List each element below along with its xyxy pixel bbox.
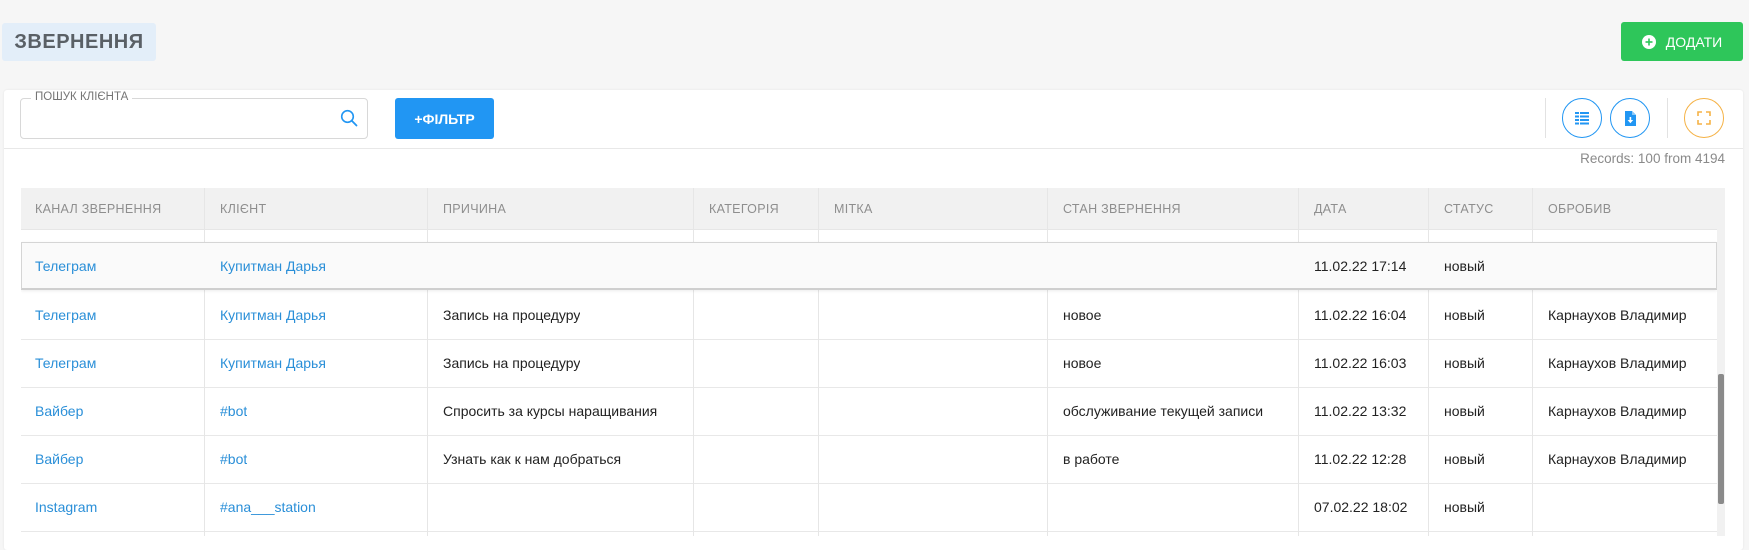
table-scrollbar-thumb[interactable] [1718,374,1724,504]
cell-date: 11.02.22 12:28 [1314,451,1407,467]
column-divider [1532,188,1533,536]
search-label: ПОШУК КЛІЄНТА [31,90,133,105]
cell-reason: Узнать как к нам добраться [443,451,622,467]
column-divider [427,188,428,536]
cell-date: 11.02.22 16:04 [1314,307,1407,323]
table-row-pinned[interactable]: Телеграм Купитман Дарья 11.02.22 17:14 н… [21,242,1717,290]
toolbar-divider [1545,98,1546,138]
col-header-category[interactable]: КАТЕГОРІЯ [709,188,779,230]
fullscreen-icon [1697,111,1711,125]
filter-button[interactable]: +ФІЛЬТР [395,98,494,139]
client-search: ПОШУК КЛІЄНТА [20,90,368,139]
table-row[interactable]: Instagram #ana___station 07.02.22 18:02 … [21,484,1717,532]
add-button[interactable]: ДОДАТИ [1621,22,1743,61]
search-icon[interactable] [340,109,358,127]
cell-date: 11.02.22 16:03 [1314,355,1407,371]
cell-state: в работе [1063,451,1120,467]
file-download-icon [1625,110,1636,126]
cell-status: новый [1444,451,1485,467]
plus-circle-icon [1641,34,1656,49]
fullscreen-button[interactable] [1684,98,1724,138]
cell-status: новый [1444,499,1485,515]
col-header-status[interactable]: СТАТУС [1444,188,1494,230]
col-header-handled-by[interactable]: ОБРОБИВ [1548,188,1611,230]
cell-state: обслуживание текущей записи [1063,403,1264,419]
col-header-channel[interactable]: КАНАЛ ЗВЕРНЕННЯ [35,188,161,230]
table-row[interactable]: Телеграм Купитман Дарья Запись на процед… [21,340,1717,388]
cell-reason: Спросить за курсы наращивания [443,403,658,419]
column-divider [1047,188,1048,536]
cell-channel[interactable]: Телеграм [35,243,96,289]
export-button[interactable] [1610,98,1650,138]
cell-reason: Запись на процедуру [443,355,581,371]
column-divider [1298,188,1299,536]
cell-state: новое [1063,307,1102,323]
table-row[interactable]: Вайбер #bot Спросить за курсы наращивани… [21,388,1717,436]
col-header-date[interactable]: ДАТА [1314,188,1347,230]
cell-state: новое [1063,355,1102,371]
cell-channel[interactable]: Вайбер [35,388,83,434]
page-title: ЗВЕРНЕННЯ [2,23,156,61]
cell-handled-by: Карнаухов Владимир [1548,355,1687,371]
column-divider [204,188,205,536]
toolbar-separator [4,148,1743,149]
cell-status: новый [1444,258,1485,274]
table-row[interactable]: Телеграм Купитман Дарья Запись на процед… [21,292,1717,340]
cell-date: 11.02.22 13:32 [1314,403,1407,419]
col-header-client[interactable]: КЛІЄНТ [220,188,266,230]
records-count: Records: 100 from 4194 [1580,151,1725,166]
columns-button[interactable] [1562,98,1602,138]
cell-client[interactable]: Купитман Дарья [220,243,326,289]
col-header-tag[interactable]: МІТКА [834,188,873,230]
column-divider [818,188,819,536]
col-header-state[interactable]: СТАН ЗВЕРНЕННЯ [1063,188,1181,230]
cell-client[interactable]: #ana___station [220,484,316,530]
cell-channel[interactable]: Телеграм [35,292,96,338]
cell-client[interactable]: Купитман Дарья [220,340,326,386]
table-row[interactable]: Вайбер #bot Узнать как к нам добраться в… [21,436,1717,484]
cell-channel[interactable]: Instagram [35,484,97,530]
column-divider [1428,188,1429,536]
cell-client[interactable]: #bot [220,388,247,434]
toolbar-divider-2 [1667,98,1668,138]
cell-client[interactable]: Купитман Дарья [220,292,326,338]
cell-status: новый [1444,307,1485,323]
cell-handled-by: Карнаухов Владимир [1548,307,1687,323]
cell-handled-by: Карнаухов Владимир [1548,403,1687,419]
search-input[interactable] [29,105,329,133]
add-button-label: ДОДАТИ [1665,33,1723,50]
col-header-reason[interactable]: ПРИЧИНА [443,188,506,230]
column-divider [693,188,694,536]
cell-channel[interactable]: Телеграм [35,340,96,386]
columns-icon [1575,112,1589,125]
cell-status: новый [1444,355,1485,371]
cell-date: 07.02.22 18:02 [1314,499,1408,515]
cell-status: новый [1444,403,1485,419]
cell-handled-by: Карнаухов Владимир [1548,451,1687,467]
appeals-table: КАНАЛ ЗВЕРНЕННЯ КЛІЄНТ ПРИЧИНА КАТЕГОРІЯ… [21,188,1717,536]
table-header: КАНАЛ ЗВЕРНЕННЯ КЛІЄНТ ПРИЧИНА КАТЕГОРІЯ… [21,188,1717,230]
cell-reason: Запись на процедуру [443,307,581,323]
cell-channel[interactable]: Вайбер [35,436,83,482]
cell-date: 11.02.22 17:14 [1314,258,1407,274]
cell-client[interactable]: #bot [220,436,247,482]
